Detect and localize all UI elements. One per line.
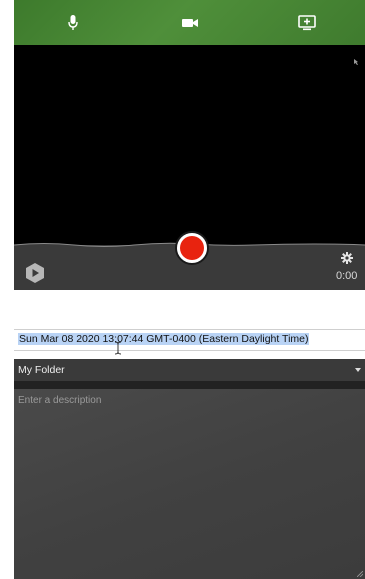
camera-mode-button[interactable] [131, 0, 248, 45]
gear-icon[interactable] [341, 252, 353, 264]
resize-handle-icon[interactable] [357, 571, 363, 577]
screen-mode-button[interactable] [248, 0, 365, 45]
recording-timer: 0:00 [336, 270, 358, 282]
divider [14, 381, 365, 389]
record-icon [180, 236, 204, 260]
mode-bar [14, 0, 365, 45]
text-cursor-icon [114, 341, 122, 355]
title-input[interactable]: Sun Mar 08 2020 13:07:44 GMT-0400 (Easte… [14, 329, 365, 355]
chevron-down-icon [355, 368, 361, 372]
microphone-mode-button[interactable] [14, 0, 131, 45]
microphone-icon [67, 14, 78, 30]
folder-select-value: My Folder [18, 364, 65, 376]
video-camera-icon [181, 18, 198, 27]
mouse-cursor-icon [354, 59, 358, 65]
recorder-panel: 0:00 [14, 0, 365, 290]
preview-viewport [14, 45, 365, 245]
record-button[interactable] [175, 231, 209, 265]
screen-add-icon [297, 14, 316, 30]
description-placeholder: Enter a description [18, 395, 102, 406]
title-input-value: Sun Mar 08 2020 13:07:44 GMT-0400 (Easte… [18, 333, 310, 345]
description-textarea[interactable]: Enter a description [14, 389, 365, 579]
recording-details-form: Sun Mar 08 2020 13:07:44 GMT-0400 (Easte… [14, 329, 365, 579]
logo-play-icon [26, 263, 44, 283]
folder-select[interactable]: My Folder [14, 359, 365, 381]
